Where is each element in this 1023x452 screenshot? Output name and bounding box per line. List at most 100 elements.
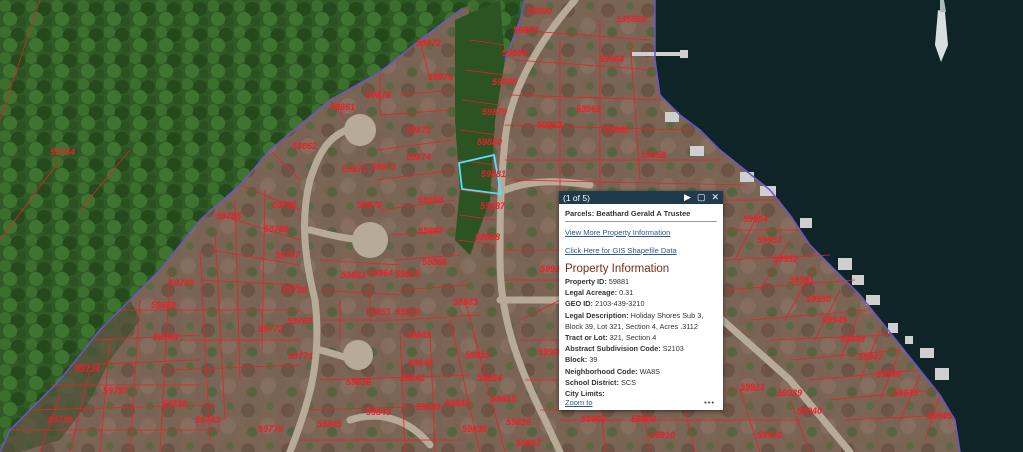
- field-value: WA8S: [637, 366, 660, 376]
- property-popup: (1 of 5) ▶ ▢ ✕ Parcels: Beathard Gerald …: [559, 191, 723, 410]
- property-fields: Property ID: 59881 Legal Acreage: 0.31 GEO…: [565, 276, 717, 399]
- property-info-heading: Property Information: [565, 263, 670, 275]
- parcel-label: 59785: [272, 200, 298, 210]
- parcel-label: 59910: [650, 430, 675, 440]
- parcel-label: 59772: [258, 324, 283, 334]
- field-label: School District:: [565, 377, 619, 387]
- field-value: S2103: [660, 344, 684, 354]
- parcel-label: 59734: [75, 364, 100, 374]
- parcel-label: 59867: [418, 226, 444, 236]
- field-label: Neighborhood Code:: [565, 366, 638, 376]
- parcel-label: 59850: [395, 307, 420, 317]
- parcel-label: 59845: [317, 419, 343, 429]
- parcel-label: 59854: [477, 373, 502, 383]
- property-field-row: Property ID: 59881: [565, 276, 717, 287]
- parcel-label: 59849: [406, 330, 431, 340]
- parcel-label: 59786: [264, 224, 290, 234]
- field-value: 59881: [606, 277, 630, 286]
- parcel-label: 59949: [822, 315, 847, 325]
- field-value: 0.31: [617, 288, 634, 298]
- parcel-label: 59945: [893, 388, 919, 398]
- parcel-label: 59840: [445, 398, 470, 408]
- popup-title: Parcels: Beathard Gerald A Trustee: [565, 209, 717, 222]
- parcel-label: 136869: [616, 14, 646, 24]
- parcel-label: 59902: [581, 414, 606, 424]
- parcel-label: 59857: [516, 438, 542, 448]
- field-label: Property ID:: [565, 277, 607, 286]
- close-icon[interactable]: ✕: [711, 192, 719, 203]
- parcel-label: 59748: [153, 332, 178, 342]
- parcel-label: 59879: [482, 107, 507, 117]
- parcel-label: 59964: [599, 54, 624, 64]
- parcel-label: 59843: [366, 407, 391, 417]
- property-field-row: Tract or Lot: 321, Section 4: [565, 332, 717, 343]
- field-value: 39: [587, 355, 598, 365]
- view-more-link[interactable]: View More Property Information: [565, 228, 717, 237]
- parcel-label: 59888: [475, 232, 500, 242]
- property-field-row: Legal Acreage: 0.31: [565, 287, 717, 298]
- more-options-icon[interactable]: •••: [704, 398, 715, 407]
- parcel-label: 59868: [418, 195, 443, 205]
- parcel-label: 59863: [341, 270, 366, 280]
- parcel-label: 59836: [346, 377, 372, 387]
- parcel-label: 59947: [858, 352, 884, 362]
- parcel-label: 59951: [789, 275, 814, 285]
- parcel-label: 59861: [330, 102, 355, 112]
- map-view[interactable]: 59890 136869 59889 59872 59886 59964 59878 5987…: [0, 0, 1023, 452]
- parcel-label: 59950: [806, 294, 831, 304]
- gis-shapefile-link[interactable]: Click Here for GIS Shapefile Data: [565, 246, 717, 255]
- field-value: 321, Section 4: [607, 333, 657, 343]
- field-label: Legal Acreage:: [565, 288, 618, 298]
- parcel-label: 59862: [292, 141, 317, 151]
- field-value: 2103-439-3210: [592, 299, 645, 309]
- parcel-label: 59888: [151, 300, 176, 310]
- parcel-label: 59883: [453, 297, 478, 307]
- parcel-label: 59786: [216, 211, 242, 221]
- parcel-label: 59873: [371, 162, 396, 172]
- maximize-icon[interactable]: ▢: [697, 192, 706, 203]
- parcel-label: 59958: [641, 150, 666, 160]
- property-field-row: Block: 39: [565, 354, 717, 365]
- parcel-label: 59872: [416, 38, 441, 48]
- parcel-label: 59889: [513, 25, 538, 35]
- parcel-label: 59881: [481, 169, 506, 179]
- parcel-label: 59875: [406, 125, 432, 135]
- field-label: Abstract Subdivision Code:: [565, 344, 661, 354]
- parcel-label: 59948: [840, 334, 865, 344]
- parcel-label: 59865: [395, 269, 421, 279]
- parcel-label: 59953: [757, 235, 782, 245]
- popup-header: (1 of 5) ▶ ▢ ✕: [559, 191, 723, 204]
- parcel-label: 59940: [797, 406, 822, 416]
- parcel-label: 59856: [506, 417, 532, 427]
- field-label: Tract or Lot:: [565, 333, 608, 343]
- parcel-label: 59771: [288, 351, 313, 361]
- parcel-label: 59946: [876, 369, 902, 379]
- parcel-label: 59866: [422, 257, 448, 267]
- parcel-label: 59853: [465, 350, 490, 360]
- property-field-row: School District: SCS: [565, 377, 717, 388]
- property-field-row: Legal Description: Holiday Shores Sub 3,…: [565, 310, 717, 332]
- parcel-label: 59743: [195, 415, 220, 425]
- parcel-label: 59954: [743, 214, 768, 224]
- parcel-label: 59880: [477, 137, 502, 147]
- parcel-label: 59871: [342, 164, 367, 174]
- parcel-label: 59848: [408, 358, 433, 368]
- parcel-label: 59738: [162, 399, 187, 409]
- field-value: SCS: [618, 377, 636, 387]
- field-label: GEO ID:: [565, 299, 593, 309]
- parcel-label: 59788: [282, 285, 307, 295]
- parcel-label: 59864: [368, 268, 393, 278]
- zoom-to-link[interactable]: Zoom to: [565, 398, 593, 407]
- parcel-label: 59876: [428, 72, 454, 82]
- parcel-label: 59886: [502, 48, 528, 58]
- parcel-label: 59952: [773, 254, 798, 264]
- parcel-label: 59961: [576, 104, 601, 114]
- next-arrow-icon[interactable]: ▶: [684, 192, 691, 203]
- popup-counter: (1 of 5): [563, 192, 590, 203]
- parcel-label: 59870: [357, 200, 382, 210]
- parcel-label: 59787: [275, 250, 301, 260]
- parcel-label: 59887: [480, 201, 506, 211]
- parcel-label: 59921: [740, 382, 765, 392]
- parcel-label: 59769: [287, 316, 312, 326]
- parcel-label: 59908: [631, 414, 656, 424]
